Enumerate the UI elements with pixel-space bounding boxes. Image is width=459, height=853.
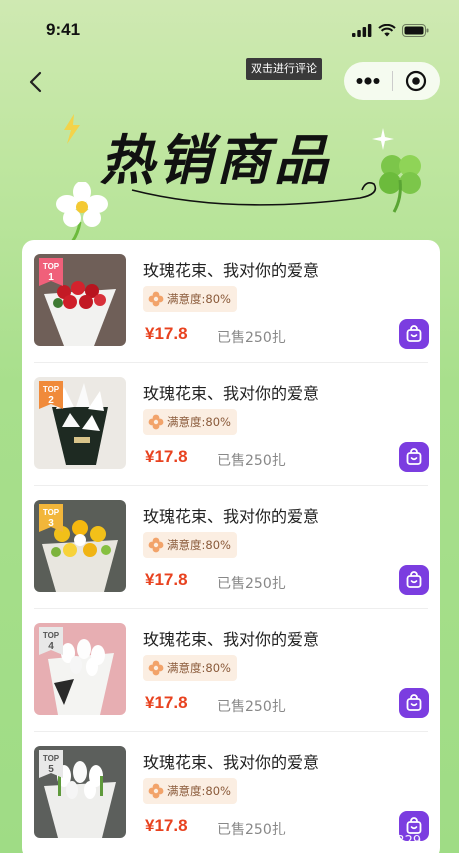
rank-label: TOP xyxy=(42,262,60,271)
comment-tooltip: 双击进行评论 xyxy=(246,58,322,80)
rank-label: TOP xyxy=(42,754,60,763)
lightning-icon xyxy=(64,114,80,144)
satisfaction-text: 满意度:80% xyxy=(167,784,231,798)
product-thumbnail[interactable]: TOP 1 xyxy=(34,254,126,346)
product-list: TOP 1 玫瑰花束、我对你的爱意 满意度:80% ¥17.8 已售250扎 T… xyxy=(22,240,440,853)
list-item[interactable]: TOP 3 玫瑰花束、我对你的爱意 满意度:80% ¥17.8 已售250扎 xyxy=(22,486,440,609)
add-to-cart-button[interactable] xyxy=(399,565,429,595)
shopping-bag-icon xyxy=(406,448,422,465)
swoosh-line-icon xyxy=(131,182,377,206)
more-dots-icon xyxy=(356,77,380,85)
product-thumbnail[interactable]: TOP 3 xyxy=(34,500,126,592)
flower-badge-icon xyxy=(148,660,164,676)
flower-badge-icon xyxy=(148,414,164,430)
status-icons xyxy=(352,23,429,37)
sold-count: 已售250扎 xyxy=(217,453,286,469)
sparkle-icon xyxy=(372,128,394,150)
sold-count: 已售250扎 xyxy=(217,576,286,592)
satisfaction-tag: 满意度:80% xyxy=(143,655,237,681)
product-title: 玫瑰花束、我对你的爱意 xyxy=(143,630,320,649)
more-button[interactable] xyxy=(344,62,392,100)
satisfaction-text: 满意度:80% xyxy=(167,292,231,306)
product-price: ¥17.8 xyxy=(145,447,188,466)
list-item[interactable]: TOP 4 玫瑰花束、我对你的爱意 满意度:80% ¥17.8 已售250扎 xyxy=(22,609,440,732)
product-thumbnail[interactable]: TOP 2 xyxy=(34,377,126,469)
product-price: ¥17.8 xyxy=(145,693,188,712)
satisfaction-text: 满意度:80% xyxy=(167,661,231,675)
status-time: 9:41 xyxy=(46,20,81,39)
satisfaction-tag: 满意度:80% xyxy=(143,409,237,435)
flower-badge-icon xyxy=(148,291,164,307)
clover-icon xyxy=(379,155,421,213)
sold-count: 已售250扎 xyxy=(217,699,286,715)
product-title: 玫瑰花束、我对你的爱意 xyxy=(143,753,320,772)
satisfaction-tag: 满意度:80% xyxy=(143,778,237,804)
list-item[interactable]: TOP 2 玫瑰花束、我对你的爱意 满意度:80% ¥17.8 已售250扎 xyxy=(22,363,440,486)
sold-count: 已售250扎 xyxy=(217,330,286,346)
product-price: ¥17.8 xyxy=(145,324,188,343)
watermark: 联会帮企出品 15516975329 xyxy=(248,834,422,849)
flower-badge-icon xyxy=(148,783,164,799)
battery-icon xyxy=(402,23,429,37)
product-price: ¥17.8 xyxy=(145,570,188,589)
product-thumbnail[interactable]: TOP 4 xyxy=(34,623,126,715)
status-bar: 9:41 xyxy=(0,0,459,60)
product-price: ¥17.8 xyxy=(145,816,188,835)
white-flower-icon xyxy=(56,182,108,242)
back-button[interactable] xyxy=(22,67,48,97)
flower-badge-icon xyxy=(148,537,164,553)
signal-icon xyxy=(352,23,372,37)
wifi-icon xyxy=(378,23,396,36)
target-circle-icon xyxy=(406,70,427,92)
rank-label: TOP xyxy=(42,385,60,394)
satisfaction-tag: 满意度:80% xyxy=(143,532,237,558)
hot-sale-banner: 热销商品 xyxy=(0,108,459,242)
rank-label: TOP xyxy=(42,508,60,517)
chevron-left-icon xyxy=(29,71,42,93)
shopping-bag-icon xyxy=(406,694,422,711)
add-to-cart-button[interactable] xyxy=(399,319,429,349)
nav-bar: 双击进行评论 xyxy=(0,58,459,104)
satisfaction-text: 满意度:80% xyxy=(167,538,231,552)
add-to-cart-button[interactable] xyxy=(399,688,429,718)
shopping-bag-icon xyxy=(406,571,422,588)
shopping-bag-icon xyxy=(406,325,422,342)
rank-label: TOP xyxy=(42,631,60,640)
product-title: 玫瑰花束、我对你的爱意 xyxy=(143,507,320,526)
product-title: 玫瑰花束、我对你的爱意 xyxy=(143,261,320,280)
close-mini-program-button[interactable] xyxy=(392,62,440,100)
list-item[interactable]: TOP 1 玫瑰花束、我对你的爱意 满意度:80% ¥17.8 已售250扎 xyxy=(22,240,440,363)
mini-program-capsule xyxy=(344,62,440,100)
product-title: 玫瑰花束、我对你的爱意 xyxy=(143,384,320,403)
add-to-cart-button[interactable] xyxy=(399,442,429,472)
product-thumbnail[interactable]: TOP 5 xyxy=(34,746,126,838)
satisfaction-tag: 满意度:80% xyxy=(143,286,237,312)
satisfaction-text: 满意度:80% xyxy=(167,415,231,429)
